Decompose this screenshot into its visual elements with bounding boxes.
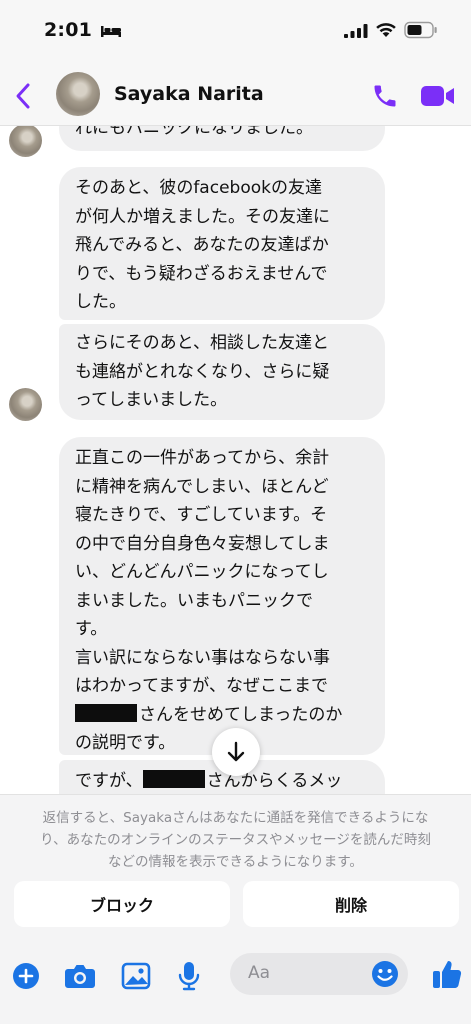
mic-icon[interactable]	[178, 961, 200, 991]
messenger-chat-screen: 2:01 Sayaka Narita れにもパニックになりました。 そのあと、彼…	[0, 0, 471, 1024]
back-icon[interactable]	[14, 82, 32, 110]
plus-icon[interactable]	[12, 962, 40, 990]
signal-icon	[344, 24, 368, 38]
contact-avatar[interactable]	[56, 72, 100, 116]
redaction-box	[142, 770, 205, 788]
request-notice: 返信すると、Sayakaさんはあなたに通話を発信できるようにな り、あなたのオン…	[40, 810, 431, 870]
bed-icon	[101, 26, 121, 37]
chat-header: Sayaka Narita	[0, 64, 471, 126]
scroll-to-bottom-button[interactable]	[212, 728, 260, 776]
contact-name[interactable]: Sayaka Narita	[114, 83, 264, 105]
delete-button[interactable]: 削除	[243, 881, 459, 927]
message-bubble[interactable]: さらにそのあと、相談した友達と も連絡がとれなくなり、さらに疑 ってしまいました…	[59, 324, 385, 420]
message-bubble[interactable]: 正直この一件があってから、余計 に精神を病んでしまい、ほとんど 寝たきりで、すご…	[59, 437, 385, 755]
phone-icon[interactable]	[370, 82, 400, 110]
block-button[interactable]: ブロック	[14, 881, 230, 927]
message-input[interactable]: Aa	[230, 953, 408, 995]
arrow-down-icon	[227, 741, 245, 762]
message-text: 正直この一件があってから、余計 に精神を病んでしまい、ほとんど 寝たきりで、すご…	[75, 448, 330, 696]
wifi-icon	[376, 23, 396, 37]
battery-icon	[404, 21, 437, 39]
image-icon[interactable]	[121, 962, 151, 990]
composer-bar: Aa	[0, 942, 471, 1024]
thumbs-up-icon[interactable]	[431, 958, 463, 990]
redaction-box	[75, 703, 137, 722]
emoji-icon[interactable]	[370, 959, 400, 989]
sender-avatar	[9, 388, 42, 421]
video-icon[interactable]	[420, 84, 456, 108]
message-thread[interactable]: れにもパニックになりました。 そのあと、彼のfacebookの友達 が何人か増え…	[0, 126, 471, 794]
sender-avatar	[9, 126, 42, 157]
message-request-panel: 返信すると、Sayakaさんはあなたに通話を発信できるようにな り、あなたのオン…	[0, 794, 471, 942]
message-text: さんをせめてしまったのか	[139, 704, 343, 725]
message-bubble[interactable]: れにもパニックになりました。	[59, 126, 385, 151]
message-bubble[interactable]: そのあと、彼のfacebookの友達 が何人か増えました。その友達に 飛んでみる…	[59, 167, 385, 320]
status-time: 2:01	[44, 19, 93, 41]
camera-icon[interactable]	[64, 963, 96, 989]
message-text: の説明です。	[75, 733, 176, 753]
status-bar: 2:01	[0, 0, 471, 64]
message-input-placeholder: Aa	[248, 963, 271, 983]
